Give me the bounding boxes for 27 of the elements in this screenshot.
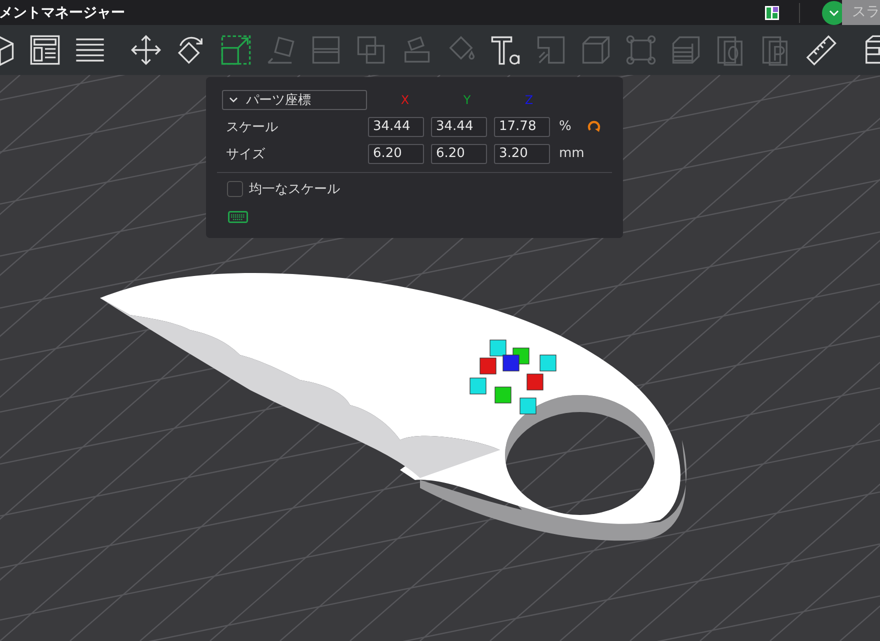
axis-label: Y <box>462 93 472 107</box>
coordinate-dropdown[interactable]: パーツ座標 <box>222 90 367 110</box>
input-field[interactable]: 17.78 <box>494 116 550 136</box>
chevron-icon <box>829 10 839 16</box>
window-title: メントマネージャー <box>0 4 125 22</box>
ruler-tool-button[interactable] <box>804 33 838 67</box>
reset-icon[interactable] <box>587 120 601 134</box>
checkbox-label: 均一なスケール <box>249 181 340 198</box>
keyboard-icon[interactable] <box>228 211 248 223</box>
row-label: サイズ <box>225 146 266 162</box>
layout-icon[interactable] <box>765 6 779 20</box>
input-field[interactable]: 34.44 <box>368 116 424 136</box>
row-label: スケール <box>225 118 279 136</box>
input-field[interactable]: 6.20 <box>431 144 487 164</box>
layout-tool-button[interactable] <box>28 33 62 67</box>
axis-label: X <box>400 93 410 107</box>
unit-label: % <box>559 119 572 134</box>
unit-label: mm <box>559 146 586 161</box>
move-tool-button[interactable] <box>129 33 163 67</box>
axis-label: Z <box>524 93 534 107</box>
input-field[interactable]: 34.44 <box>431 116 487 136</box>
input-field[interactable]: 3.20 <box>494 144 550 164</box>
scale-handles-drawing[interactable] <box>470 340 556 414</box>
chevron-icon <box>229 97 238 103</box>
scale-tool-button[interactable] <box>219 33 253 67</box>
input-field[interactable]: 6.20 <box>368 144 424 164</box>
checkbox[interactable] <box>227 181 243 197</box>
